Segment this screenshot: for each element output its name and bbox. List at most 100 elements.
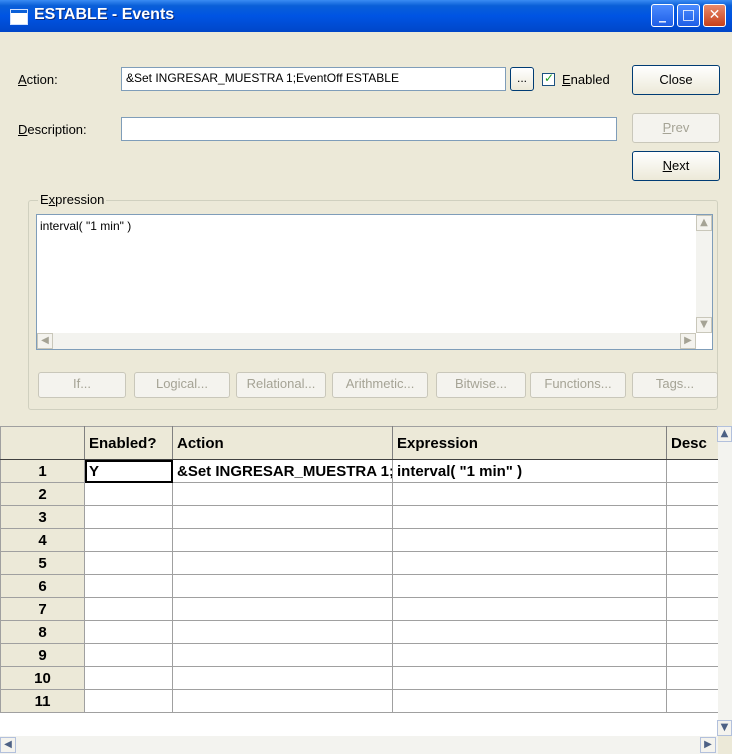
- scroll-right-icon[interactable]: ▶: [680, 333, 696, 349]
- expression-hscroll[interactable]: ◀ ▶: [37, 333, 696, 349]
- cell-description[interactable]: [666, 551, 718, 575]
- cell-expression[interactable]: [392, 551, 667, 575]
- table-row[interactable]: 5: [0, 551, 718, 575]
- cell-enabled[interactable]: [84, 597, 173, 621]
- close-button[interactable]: Close: [632, 65, 720, 95]
- tags-button[interactable]: Tags...: [632, 372, 718, 398]
- cell-expression[interactable]: [392, 643, 667, 667]
- cell-expression[interactable]: [392, 666, 667, 690]
- cell-description[interactable]: [666, 597, 718, 621]
- minimize-button[interactable]: _: [651, 4, 674, 27]
- cell-expression[interactable]: [392, 574, 667, 598]
- cell-enabled[interactable]: [84, 689, 173, 713]
- cell-enabled[interactable]: [84, 528, 173, 552]
- cell-enabled[interactable]: [84, 551, 173, 575]
- maximize-button[interactable]: □: [677, 4, 700, 27]
- arithmetic-button[interactable]: Arithmetic...: [332, 372, 428, 398]
- table-row[interactable]: 8: [0, 620, 718, 644]
- row-header[interactable]: 6: [0, 574, 85, 598]
- cell-description[interactable]: [666, 482, 718, 506]
- cell-action[interactable]: [172, 551, 393, 575]
- cell-description[interactable]: [666, 505, 718, 529]
- cell-action[interactable]: [172, 620, 393, 644]
- row-header[interactable]: 1: [0, 459, 85, 483]
- cell-action[interactable]: [172, 597, 393, 621]
- table-row[interactable]: 2: [0, 482, 718, 506]
- cell-action[interactable]: [172, 505, 393, 529]
- cell-enabled[interactable]: [84, 643, 173, 667]
- row-header[interactable]: 7: [0, 597, 85, 621]
- cell-expression[interactable]: interval( "1 min" ): [392, 459, 667, 483]
- row-header[interactable]: 5: [0, 551, 85, 575]
- table-row[interactable]: 11: [0, 689, 718, 713]
- enabled-checkbox[interactable]: [542, 71, 555, 86]
- cell-action[interactable]: [172, 689, 393, 713]
- cell-enabled[interactable]: Y: [84, 459, 173, 483]
- action-field[interactable]: &Set INGRESAR_MUESTRA 1;EventOff ESTABLE: [121, 67, 506, 91]
- expression-textarea[interactable]: interval( "1 min" ) ▲ ▼ ◀ ▶: [36, 214, 713, 350]
- cell-enabled[interactable]: [84, 620, 173, 644]
- table-row[interactable]: 6: [0, 574, 718, 598]
- cell-expression[interactable]: [392, 597, 667, 621]
- logical-button[interactable]: Logical...: [134, 372, 230, 398]
- col-header-action[interactable]: Action: [172, 426, 393, 460]
- cell-description[interactable]: [666, 574, 718, 598]
- scroll-up-icon[interactable]: ▲: [696, 215, 712, 231]
- bitwise-button[interactable]: Bitwise...: [436, 372, 526, 398]
- cell-action[interactable]: &Set INGRESAR_MUESTRA 1;EventOff ESTABLE: [172, 459, 393, 483]
- row-header[interactable]: 4: [0, 528, 85, 552]
- row-header[interactable]: 9: [0, 643, 85, 667]
- browse-action-button[interactable]: ...: [510, 67, 534, 91]
- table-row[interactable]: 3: [0, 505, 718, 529]
- cell-enabled[interactable]: [84, 505, 173, 529]
- close-window-button[interactable]: ✕: [703, 4, 726, 27]
- cell-expression[interactable]: [392, 528, 667, 552]
- description-field[interactable]: [121, 117, 617, 141]
- cell-action[interactable]: [172, 482, 393, 506]
- table-row[interactable]: 7: [0, 597, 718, 621]
- next-button[interactable]: Next: [632, 151, 720, 181]
- row-header[interactable]: 10: [0, 666, 85, 690]
- expression-vscroll[interactable]: ▲ ▼: [696, 215, 712, 333]
- table-row[interactable]: 9: [0, 643, 718, 667]
- relational-button[interactable]: Relational...: [236, 372, 326, 398]
- cell-enabled[interactable]: [84, 666, 173, 690]
- cell-action[interactable]: [172, 528, 393, 552]
- col-header-description[interactable]: Desc: [666, 426, 718, 460]
- functions-button[interactable]: Functions...: [530, 372, 626, 398]
- cell-description[interactable]: [666, 689, 718, 713]
- cell-action[interactable]: [172, 574, 393, 598]
- grid-scroll-left-icon[interactable]: ◀: [0, 737, 16, 753]
- scroll-down-icon[interactable]: ▼: [696, 317, 712, 333]
- cell-action[interactable]: [172, 666, 393, 690]
- cell-enabled[interactable]: [84, 574, 173, 598]
- col-header-enabled[interactable]: Enabled?: [84, 426, 173, 460]
- enabled-label[interactable]: Enabled: [562, 72, 610, 87]
- prev-button[interactable]: Prev: [632, 113, 720, 143]
- cell-description[interactable]: [666, 643, 718, 667]
- cell-description[interactable]: [666, 620, 718, 644]
- scroll-left-icon[interactable]: ◀: [37, 333, 53, 349]
- cell-expression[interactable]: [392, 689, 667, 713]
- grid-corner[interactable]: [0, 426, 85, 460]
- cell-expression[interactable]: [392, 620, 667, 644]
- table-row[interactable]: 10: [0, 666, 718, 690]
- cell-description[interactable]: [666, 666, 718, 690]
- cell-description[interactable]: [666, 528, 718, 552]
- cell-expression[interactable]: [392, 505, 667, 529]
- col-header-expression[interactable]: Expression: [392, 426, 667, 460]
- table-row[interactable]: 4: [0, 528, 718, 552]
- title-bar[interactable]: ESTABLE - Events _ □ ✕: [0, 0, 732, 32]
- cell-expression[interactable]: [392, 482, 667, 506]
- row-header[interactable]: 11: [0, 689, 85, 713]
- grid-scroll-up-icon[interactable]: ▲: [717, 426, 732, 442]
- grid-scroll-right-icon[interactable]: ▶: [700, 737, 716, 753]
- row-header[interactable]: 2: [0, 482, 85, 506]
- cell-description[interactable]: [666, 459, 718, 483]
- grid-scroll-down-icon[interactable]: ▼: [717, 720, 732, 736]
- grid-hscroll[interactable]: ◀ ▶: [0, 736, 718, 754]
- cell-enabled[interactable]: [84, 482, 173, 506]
- row-header[interactable]: 3: [0, 505, 85, 529]
- table-row[interactable]: 1Y&Set INGRESAR_MUESTRA 1;EventOff ESTAB…: [0, 459, 718, 483]
- cell-action[interactable]: [172, 643, 393, 667]
